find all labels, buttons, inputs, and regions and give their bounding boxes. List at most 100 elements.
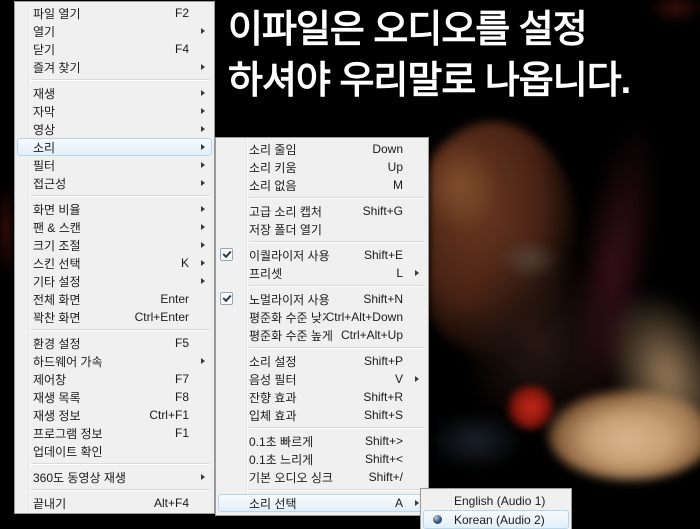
video-goggles-shape: [498, 238, 560, 280]
menu-item-shortcut: Shift+<: [365, 452, 425, 466]
menu-item[interactable]: 소리 줄임Down: [218, 140, 426, 158]
menu-item-label: 닫기: [33, 41, 55, 58]
menu-item-label: 0.1초 빠르게: [249, 433, 313, 450]
menu-item-label: 즐겨 찾기: [33, 59, 81, 76]
menu-item-label: 제어창: [33, 371, 66, 388]
menu-item-shortcut: F7: [175, 372, 211, 386]
menu-item-shortcut: Enter: [160, 292, 211, 306]
menu-item[interactable]: Korean (Audio 2): [423, 510, 569, 529]
menu-item-shortcut: K: [181, 256, 211, 270]
menu-item[interactable]: 즐겨 찾기: [17, 58, 212, 76]
menu-item[interactable]: 꽉찬 화면 Ctrl+Enter: [17, 308, 212, 326]
submenu-arrow-icon: [201, 242, 205, 248]
menu-item[interactable]: 닫기F4: [17, 40, 212, 58]
check-glyph: [222, 249, 231, 258]
menu-item[interactable]: 소리: [17, 138, 212, 156]
menu-item[interactable]: English (Audio 1): [423, 491, 569, 510]
menu-item-label: 평준화 수준 낮게: [249, 309, 326, 326]
checkmark-icon: [220, 248, 233, 261]
menu-item-label: 소리 줄임: [249, 141, 297, 158]
menu-item-label: 영상: [33, 121, 55, 138]
menu-item-label: 음성 필터: [249, 371, 297, 388]
menu-item[interactable]: 이퀄라이저 사용Shift+E: [218, 246, 426, 264]
audio-track-submenu: English (Audio 1) Korean (Audio 2): [420, 488, 572, 529]
menu-item-shortcut: F5: [175, 336, 211, 350]
menu-item-shortcut: Shift+S: [364, 408, 425, 422]
menu-item[interactable]: 음성 필터V: [218, 370, 426, 388]
menu-item[interactable]: 저장 폴더 열기: [218, 220, 426, 238]
menu-item-shortcut: L: [396, 266, 425, 280]
menu-item[interactable]: 끝내기Alt+F4: [17, 494, 212, 512]
menu-separator: [218, 344, 426, 352]
menu-item[interactable]: 프로그램 정보F1: [17, 424, 212, 442]
menu-item[interactable]: 전체 화면Enter: [17, 290, 212, 308]
menu-separator: [218, 486, 426, 494]
menu-item-label: 고급 소리 캡처: [249, 203, 322, 220]
menu-item[interactable]: 소리 없음M: [218, 176, 426, 194]
menu-item[interactable]: 화면 비율: [17, 200, 212, 218]
menu-item-label: 크기 조절: [33, 237, 81, 254]
submenu-arrow-icon: [201, 90, 205, 96]
menu-item[interactable]: 0.1초 느리게Shift+<: [218, 450, 426, 468]
menu-item[interactable]: 노멀라이저 사용Shift+N: [218, 290, 426, 308]
menu-item[interactable]: 환경 설정 F5: [17, 334, 212, 352]
submenu-arrow-icon: [201, 162, 205, 168]
menu-item-label: 꽉찬 화면: [33, 309, 81, 326]
menu-item-shortcut: Shift+G: [363, 204, 425, 218]
submenu-arrow-icon: [201, 260, 205, 266]
menu-item[interactable]: 팬 & 스캔: [17, 218, 212, 236]
menu-item[interactable]: 자막: [17, 102, 212, 120]
submenu-arrow-icon: [201, 358, 205, 364]
menu-item[interactable]: 파일 열기F2: [17, 4, 212, 22]
menu-item-label: 기본 오디오 싱크: [249, 469, 333, 486]
submenu-arrow-icon: [201, 278, 205, 284]
menu-item-label: 접근성: [33, 175, 66, 192]
menu-item-label: 화면 비율: [33, 201, 81, 218]
menu-item-label: 업데이트 확인: [33, 443, 103, 460]
menu-item-label: 재생: [33, 85, 55, 102]
overlay-caption: 이파일은 오디오를 설정 하셔야 우리말로 나옵니다.: [224, 5, 634, 107]
menu-item[interactable]: 360도 동영상 재생: [17, 468, 212, 486]
menu-item[interactable]: 잔향 효과Shift+R: [218, 388, 426, 406]
menu-item[interactable]: 0.1초 빠르게Shift+>: [218, 432, 426, 450]
submenu-arrow-icon: [201, 206, 205, 212]
menu-item[interactable]: 하드웨어 가속: [17, 352, 212, 370]
menu-item[interactable]: 평준화 수준 낮게Ctrl+Alt+Down: [218, 308, 426, 326]
menu-item[interactable]: 입체 효과Shift+S: [218, 406, 426, 424]
sound-submenu: 소리 줄임Down소리 키움Up소리 없음M 고급 소리 캡처 Shift+G 저장 …: [215, 137, 429, 516]
menu-item-shortcut: Ctrl+Alt+Down: [326, 310, 425, 324]
menu-item[interactable]: 프리셋L: [218, 264, 426, 282]
menu-item[interactable]: 접근성: [17, 174, 212, 192]
menu-item[interactable]: 소리 설정Shift+P: [218, 352, 426, 370]
menu-item[interactable]: 업데이트 확인: [17, 442, 212, 460]
menu-item[interactable]: 재생: [17, 84, 212, 102]
menu-item[interactable]: 평준화 수준 높게Ctrl+Alt+Up: [218, 326, 426, 344]
menu-item[interactable]: 재생 목록F8: [17, 388, 212, 406]
menu-item[interactable]: 제어창 F7: [17, 370, 212, 388]
menu-item[interactable]: 열기: [17, 22, 212, 40]
menu-item-label: 소리 키움: [249, 159, 297, 176]
menu-item-label: 소리: [33, 139, 55, 156]
radio-selected-icon: [433, 515, 442, 524]
menu-item-label: 재생 정보: [33, 407, 81, 424]
submenu-arrow-icon: [201, 108, 205, 114]
menu-item-label: 환경 설정: [33, 335, 81, 352]
submenu-arrow-icon: [415, 376, 419, 382]
menu-item-label: 파일 열기: [33, 5, 81, 22]
check-glyph: [222, 293, 231, 302]
menu-item[interactable]: 영상: [17, 120, 212, 138]
menu-item[interactable]: 소리 선택A: [218, 494, 426, 512]
menu-item[interactable]: 기타 설정: [17, 272, 212, 290]
menu-item-shortcut: Ctrl+Enter: [135, 310, 211, 324]
menu-item[interactable]: 크기 조절: [17, 236, 212, 254]
menu-item[interactable]: 스킨 선택K: [17, 254, 212, 272]
menu-item[interactable]: 필터: [17, 156, 212, 174]
menu-item[interactable]: 소리 키움Up: [218, 158, 426, 176]
submenu-arrow-icon: [201, 474, 205, 480]
menu-item[interactable]: 재생 정보Ctrl+F1: [17, 406, 212, 424]
menu-item-label: English (Audio 1): [454, 494, 545, 508]
menu-separator: [17, 326, 212, 334]
submenu-arrow-icon: [201, 144, 205, 150]
menu-item[interactable]: 고급 소리 캡처 Shift+G: [218, 202, 426, 220]
menu-item[interactable]: 기본 오디오 싱크Shift+/: [218, 468, 426, 486]
